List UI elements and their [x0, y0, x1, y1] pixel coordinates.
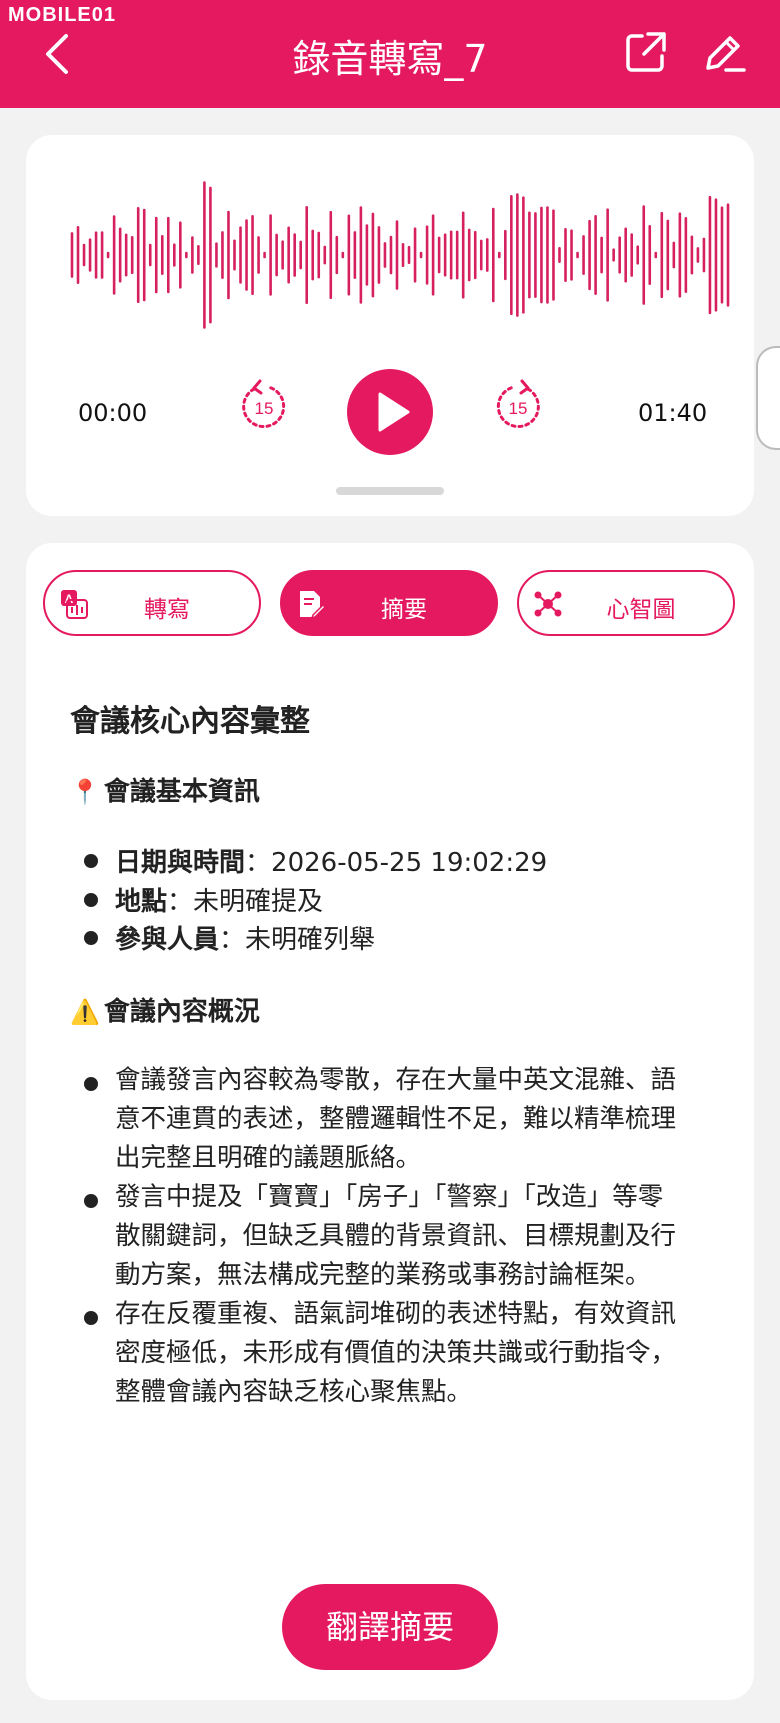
overview-heading: ⚠️ 會議內容概況 — [70, 997, 260, 1027]
overview-item-1: 會議發言內容較為零散，存在大量中英文混雜、語 意不連貫的表述，整體邏輯性不足，難… — [115, 1065, 677, 1173]
rewind-15-icon[interactable]: 15 — [238, 379, 290, 431]
current-time: 00:00 — [78, 399, 148, 427]
overview-item-2: 發言中提及「寶寶」「房子」「警察」「改造」等零 散關鍵詞，但缺乏具體的背景資訊、… — [115, 1182, 677, 1290]
tab-mindmap-label: 心智圖 — [606, 597, 676, 623]
tab-transcribe[interactable]: A 轉寫 — [43, 570, 261, 636]
info-location: 地點：未明確提及 — [115, 887, 324, 917]
bullet — [84, 931, 98, 945]
play-button[interactable] — [347, 369, 433, 455]
tab-mindmap[interactable]: 心智圖 — [517, 570, 735, 636]
tab-summary-label: 摘要 — [381, 597, 427, 623]
audio-player-card: 00:00 15 15 01:40 — [26, 135, 754, 516]
side-panel-handle[interactable] — [756, 346, 780, 450]
forward-15-icon[interactable]: 15 — [492, 379, 544, 431]
bullet — [84, 893, 98, 907]
app-header: MOBILE01 錄音轉寫_7 — [0, 0, 780, 108]
tab-transcribe-label: 轉寫 — [144, 597, 190, 623]
translate-summary-button[interactable]: 翻譯摘要 — [282, 1584, 498, 1670]
tab-summary[interactable]: 摘要 — [280, 570, 498, 636]
warning-icon: ⚠️ — [70, 998, 100, 1026]
drag-handle[interactable] — [336, 487, 444, 495]
info-date-time: 日期與時間：2026-05-25 19:02:29 — [115, 848, 548, 878]
bullet — [84, 854, 98, 868]
info-participants: 參與人員：未明確列舉 — [115, 925, 376, 955]
pin-icon: 📍 — [70, 778, 100, 806]
overview-item-3: 存在反覆重複、語氣詞堆砌的表述特點，有效資訊 密度極低，未形成有價值的決策共識或… — [115, 1299, 677, 1407]
skip-forward-seconds: 15 — [509, 399, 528, 418]
play-icon — [378, 392, 410, 432]
watermark: MOBILE01 — [8, 4, 117, 26]
total-time: 01:40 — [638, 399, 708, 427]
share-icon[interactable] — [624, 30, 668, 74]
skip-back-seconds: 15 — [255, 399, 274, 418]
bullet — [84, 1311, 98, 1325]
edit-icon[interactable] — [700, 30, 746, 76]
bullet — [84, 1194, 98, 1208]
basic-info-heading: 📍 會議基本資訊 — [70, 777, 260, 807]
summary-card: A 轉寫 摘要 心智圖 會議核心內容彙整 📍 會議基本資訊 日期與時間：2026… — [26, 543, 754, 1700]
bullet — [84, 1077, 98, 1091]
summary-title: 會議核心內容彙整 — [70, 704, 310, 739]
waveform[interactable] — [70, 155, 730, 355]
